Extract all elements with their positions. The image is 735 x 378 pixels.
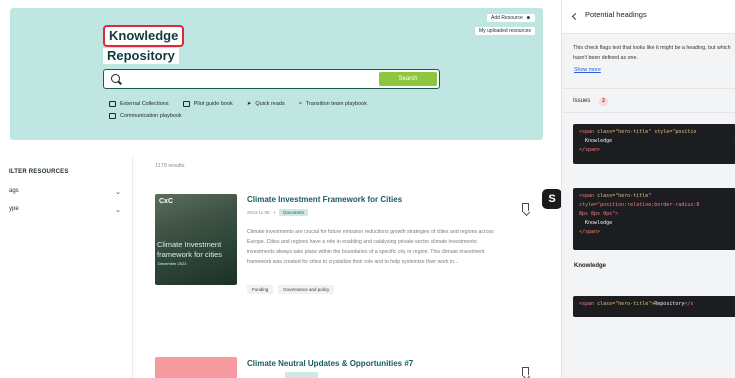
chevron-down-icon: ⌄ bbox=[115, 207, 121, 214]
code-text: Repository bbox=[654, 301, 685, 307]
code-tag: </span> bbox=[579, 147, 601, 153]
issue-code-snippet[interactable]: <span class="hero-title">Repository</s bbox=[573, 296, 735, 317]
code-tag: <span bbox=[579, 193, 595, 199]
my-uploaded-resources-link[interactable]: My uploaded resources bbox=[475, 27, 535, 35]
code-tag: <span bbox=[579, 301, 595, 307]
code-style: 8px 8px 0px"> bbox=[579, 211, 619, 217]
quick-link-label: Quick reads bbox=[255, 101, 285, 107]
book-icon bbox=[182, 101, 190, 107]
search-bar: Search bbox=[103, 69, 440, 89]
code-tag: </s bbox=[684, 301, 694, 307]
my-uploaded-label: My uploaded resources bbox=[479, 28, 531, 34]
code-text: Knowledge bbox=[579, 138, 613, 144]
quick-link-label: Transition team playbook bbox=[305, 101, 367, 107]
knowledge-repository-page: Knowledge Repository Add Resource ☻ My u… bbox=[0, 0, 560, 378]
results-count: 1179 results bbox=[155, 163, 185, 169]
code-attrs: class="hero-title" style="positio bbox=[594, 129, 697, 135]
add-resource-label: Add Resource bbox=[491, 15, 523, 21]
search-input[interactable] bbox=[126, 72, 356, 86]
back-chevron-icon[interactable] bbox=[571, 12, 580, 21]
potential-headings-panel: Potential headings This check flags text… bbox=[561, 0, 735, 378]
code-text: Knowledge bbox=[579, 220, 613, 226]
resource-cover-image[interactable]: CxC Climate Investment framework for cit… bbox=[155, 194, 237, 285]
issue-text-preview: Knowledge bbox=[574, 263, 607, 269]
cover-logo: CxC bbox=[159, 198, 174, 205]
title-knowledge-highlighted: Knowledge bbox=[103, 25, 185, 47]
code-tag: <span bbox=[579, 129, 595, 135]
resource-title-link[interactable]: Climate Investment Framework for Cities bbox=[247, 195, 402, 204]
team-icon: ≈ bbox=[298, 101, 302, 107]
title-repository: Repository bbox=[103, 48, 179, 64]
issue-code-snippet[interactable]: <span class="hero-title" style="positio … bbox=[573, 124, 735, 164]
bookmark-icon[interactable] bbox=[522, 203, 529, 212]
quick-link-label: External Collections bbox=[120, 101, 169, 107]
bookmark-icon[interactable] bbox=[522, 367, 529, 376]
panel-description: This check flags text that looks like it… bbox=[573, 45, 731, 61]
resource-meta: 2023-11-05 • Document bbox=[247, 209, 308, 216]
document-badge: Document bbox=[279, 209, 308, 216]
tag-icon: ➤ bbox=[246, 101, 252, 107]
resource-cover-image[interactable] bbox=[155, 357, 237, 378]
issues-count-badge: 2 bbox=[599, 97, 608, 106]
page-title: Knowledge Repository bbox=[103, 25, 185, 64]
filter-tags[interactable]: ags ⌄ bbox=[9, 188, 123, 198]
resource-description: Climate investments are crucial for futu… bbox=[247, 229, 494, 265]
code-attrs: class="hero-title" bbox=[594, 193, 652, 199]
folder-icon bbox=[109, 101, 116, 107]
add-resource-button[interactable]: Add Resource ☻ bbox=[487, 14, 535, 22]
accessibility-extension-button[interactable]: S bbox=[542, 189, 562, 209]
panel-divider bbox=[562, 112, 735, 113]
document-badge bbox=[285, 372, 318, 378]
tag-chip[interactable]: Funding bbox=[247, 285, 274, 294]
resource-date: 2023-11-05 bbox=[247, 210, 270, 215]
hero-banner: Knowledge Repository Add Resource ☻ My u… bbox=[10, 8, 543, 140]
panel-divider bbox=[562, 88, 735, 89]
cover-title: Climate Investment framework for cities bbox=[157, 240, 223, 259]
panel-title: Potential headings bbox=[585, 10, 647, 19]
filter-resources-title: ILTER RESOURCES bbox=[9, 169, 69, 175]
quick-link-label: Pilot guide book bbox=[193, 101, 233, 107]
chevron-down-icon: ⌄ bbox=[115, 189, 121, 196]
code-style: style="position:relative;border-radius:8 bbox=[579, 202, 700, 208]
tag-chip[interactable]: Governance and policy bbox=[278, 285, 335, 294]
quick-link-quick-reads[interactable]: ➤ Quick reads bbox=[247, 101, 285, 107]
resource-title-link[interactable]: Climate Neutral Updates & Opportunities … bbox=[247, 359, 413, 368]
show-more-link[interactable]: Show more bbox=[574, 67, 601, 73]
search-button[interactable]: Search bbox=[379, 72, 437, 86]
filter-label: ags bbox=[9, 188, 19, 194]
chat-icon bbox=[109, 113, 116, 119]
quick-link-communication-playbook[interactable]: Communication playbook bbox=[109, 113, 182, 119]
code-attrs: class="hero-title"> bbox=[594, 301, 655, 307]
panel-header: Potential headings bbox=[562, 0, 735, 34]
search-icon bbox=[111, 74, 120, 83]
quick-link-pilot-guide-book[interactable]: Pilot guide book bbox=[182, 101, 233, 107]
quick-links: External Collections Pilot guide book ➤ … bbox=[109, 101, 469, 125]
dot-separator: • bbox=[273, 210, 276, 215]
quick-link-label: Communication playbook bbox=[120, 113, 182, 119]
quick-link-transition-team-playbook[interactable]: ≈ Transition team playbook bbox=[299, 101, 367, 107]
quick-link-external-collections[interactable]: External Collections bbox=[109, 101, 169, 107]
code-tag: </span> bbox=[579, 229, 601, 235]
issues-label: Issues bbox=[573, 98, 591, 104]
cover-date: December 2023 bbox=[158, 261, 187, 266]
issue-code-snippet[interactable]: <span class="hero-title" style="position… bbox=[573, 188, 735, 250]
sidebar-divider bbox=[132, 156, 133, 378]
filter-type[interactable]: ype ⌄ bbox=[9, 206, 123, 216]
filter-label: ype bbox=[9, 206, 19, 212]
resource-tags: Funding Governance and policy bbox=[247, 285, 335, 294]
user-icon: ☻ bbox=[525, 15, 531, 21]
